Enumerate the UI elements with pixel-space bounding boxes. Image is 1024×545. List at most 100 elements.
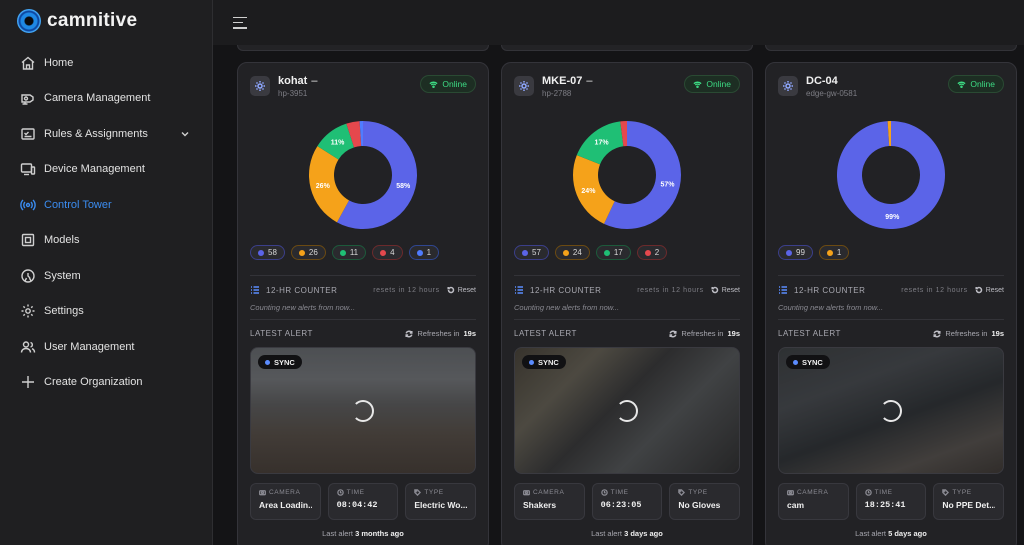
sidebar-item-rules-assignments[interactable]: Rules & Assignments xyxy=(0,116,212,152)
chip-dot-icon xyxy=(258,249,264,256)
device-name-text: DC-04 xyxy=(806,75,838,87)
alert-count-chips: 99 1 xyxy=(778,245,1004,261)
menu-icon[interactable] xyxy=(233,16,249,29)
meta-camera: CAMERA Area Loadin... xyxy=(250,483,321,520)
card-above-stub xyxy=(237,45,489,51)
tag-icon xyxy=(414,489,422,496)
meta-label: CAMERA xyxy=(797,489,829,496)
donut-slice-label: 11% xyxy=(331,140,345,147)
alert-donut-chart: 58% 26% 11% xyxy=(250,115,476,235)
reset-button[interactable]: Reset xyxy=(975,286,1004,294)
chip-value: 4 xyxy=(390,248,395,257)
counter-title-text: 12-HR COUNTER xyxy=(530,285,602,295)
chip-value: 1 xyxy=(836,248,842,257)
last-alert-text: Last alert 3 months ago xyxy=(250,529,476,538)
sidebar-item-label: Device Management xyxy=(44,163,145,176)
sync-badge: SYNC xyxy=(258,355,302,369)
sidebar-item-create-organization[interactable]: Create Organization xyxy=(0,365,212,401)
last-alert-value: 3 months ago xyxy=(355,529,404,538)
camera-small-icon xyxy=(787,490,794,496)
topbar xyxy=(213,0,1024,45)
reset-icon xyxy=(447,286,454,294)
wifi-icon xyxy=(957,81,967,88)
status-label: Online xyxy=(970,79,995,89)
status-badge: Online xyxy=(684,75,740,93)
last-alert-text: Last alert 5 days ago xyxy=(778,529,1004,538)
meta-label: TIME xyxy=(874,489,893,496)
latest-alert-section: LATEST ALERT Refreshes in 19s SYNC xyxy=(778,319,1004,474)
sync-dot-icon xyxy=(793,359,798,365)
list-icon xyxy=(515,286,523,294)
count-chip: 58 xyxy=(250,245,285,260)
users-icon xyxy=(20,341,36,353)
meta-type: TYPE No Gloves xyxy=(669,483,741,520)
sidebar-item-label: System xyxy=(44,269,81,282)
hr-counter-section: 12-HR COUNTER resets in 12 hours Reset Coun… xyxy=(250,275,476,312)
last-alert-prefix: Last alert xyxy=(591,529,622,538)
sync-dot-icon xyxy=(529,359,534,365)
sidebar-item-label: Settings xyxy=(44,305,84,318)
meta-time: TIME 06:23:05 xyxy=(591,483,663,520)
wifi-icon xyxy=(693,81,703,88)
meta-value: Electric Wo... xyxy=(414,500,468,510)
donut-svg: 57% 24% 17% xyxy=(573,121,681,229)
chevron-down-icon[interactable] xyxy=(180,129,190,139)
chip-value: 58 xyxy=(268,248,277,257)
sidebar-item-models[interactable]: Models xyxy=(0,223,212,259)
device-name[interactable]: kohat – xyxy=(278,75,317,87)
sidebar-item-label: Camera Management xyxy=(44,92,151,105)
sidebar-item-control-tower[interactable]: Control Tower xyxy=(0,187,212,223)
chip-dot-icon xyxy=(644,249,651,256)
sync-label: SYNC xyxy=(274,357,295,367)
meta-type: TYPE No PPE Det... xyxy=(933,483,1005,520)
device-info: kohat – hp-3951 xyxy=(278,75,317,98)
sidebar: camnitive Home Camera Management Rules &… xyxy=(0,0,213,545)
refresh-prefix: Refreshes in xyxy=(417,329,460,338)
chip-value: 26 xyxy=(308,248,318,257)
sidebar-item-user-management[interactable]: User Management xyxy=(0,329,212,365)
gear-icon xyxy=(21,304,35,318)
alert-snapshot[interactable]: SYNC xyxy=(514,347,740,474)
refresh-icon xyxy=(405,329,413,338)
counter-title-text: 12-HR COUNTER xyxy=(266,285,338,295)
sidebar-item-device-management[interactable]: Device Management xyxy=(0,152,212,188)
tag-icon xyxy=(942,489,950,496)
card-header: DC-04 edge-gw-0581 Online xyxy=(778,75,1004,107)
sidebar-item-settings[interactable]: Settings xyxy=(0,294,212,330)
card-header: kohat – hp-3951 Online xyxy=(250,75,476,107)
chip-dot-icon xyxy=(298,249,305,256)
reset-label: Reset xyxy=(721,286,740,294)
tag-icon xyxy=(678,489,686,496)
sidebar-item-system[interactable]: System xyxy=(0,258,212,294)
count-chip: 2 xyxy=(636,245,668,260)
reset-icon xyxy=(711,286,718,294)
alert-donut-chart: 99% xyxy=(778,115,1004,235)
camera-small-icon xyxy=(259,490,266,496)
counter-title: 12-HR COUNTER xyxy=(514,285,601,295)
device-name[interactable]: MKE-07– xyxy=(542,75,592,87)
latest-alert-section: LATEST ALERT Refreshes in 19s SYNC xyxy=(514,319,740,474)
counter-note: Counting new alerts from now... xyxy=(514,303,620,312)
alert-snapshot[interactable]: SYNC xyxy=(250,347,476,474)
brand[interactable]: camnitive xyxy=(0,0,212,42)
reset-label: Reset xyxy=(985,286,1004,294)
reset-button[interactable]: Reset xyxy=(447,286,476,294)
device-card: kohat – hp-3951 Online 58% 26% 11% 58 26 11 4 1 12-H… xyxy=(237,62,489,545)
home-icon xyxy=(21,56,35,70)
alert-snapshot[interactable]: SYNC xyxy=(778,347,1004,474)
sidebar-item-camera-management[interactable]: Camera Management xyxy=(0,81,212,117)
device-id: hp-3951 xyxy=(278,89,308,98)
sidebar-item-home[interactable]: Home xyxy=(0,45,212,81)
reset-button[interactable]: Reset xyxy=(711,286,740,294)
alert-count-chips: 58 26 11 4 1 xyxy=(250,245,476,261)
status-label: Online xyxy=(442,79,467,89)
chip-dot-icon xyxy=(603,249,610,256)
meta-time: TIME 18:25:41 xyxy=(855,483,927,520)
device-name[interactable]: DC-04 xyxy=(806,75,857,87)
last-alert-prefix: Last alert xyxy=(322,529,353,538)
chip-value: 99 xyxy=(796,248,805,257)
chip-value: 57 xyxy=(532,248,541,257)
refresh-prefix: Refreshes in xyxy=(945,329,988,338)
sync-label: SYNC xyxy=(538,357,559,367)
last-alert-value: 3 days ago xyxy=(624,529,663,538)
